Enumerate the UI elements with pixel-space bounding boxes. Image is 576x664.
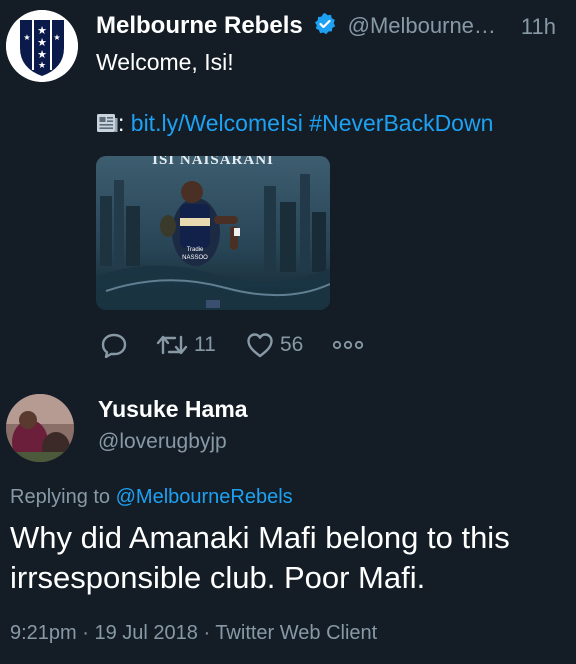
retweet-icon: [156, 335, 188, 355]
reply-button[interactable]: [100, 330, 128, 360]
reply-text: Why did Amanaki Mafi belong to this irrs…: [10, 520, 510, 595]
reply-user-handle[interactable]: @loverugbyjp: [98, 430, 227, 454]
profile-photo-icon: [6, 394, 74, 462]
svg-text:★: ★: [37, 25, 47, 37]
more-dots-icon: [332, 340, 364, 350]
newspaper-icon: [96, 112, 118, 132]
heart-icon: [247, 333, 273, 358]
link-prefix: :: [118, 110, 125, 136]
svg-text:Tradie: Tradie: [187, 247, 204, 253]
retweet-button[interactable]: 11: [156, 330, 216, 360]
tweet-media-image[interactable]: Tradie NASSOO ISI NAISARANI: [96, 156, 330, 310]
svg-text:★: ★: [53, 33, 60, 42]
display-name[interactable]: Melbourne Rebels: [96, 12, 303, 39]
replying-to-mention[interactable]: @MelbourneRebels: [116, 486, 293, 508]
like-count: 56: [280, 333, 304, 356]
avatar-melbourne-rebels[interactable]: ★ ★ ★ ★ ★ ★: [6, 10, 78, 82]
like-button[interactable]: 56: [246, 330, 303, 360]
replying-to-label: Replying to: [10, 486, 111, 508]
hashtag-link[interactable]: #NeverBackDown: [309, 110, 493, 136]
media-caption: ISI NAISARANI: [152, 156, 274, 168]
user-handle[interactable]: @Melbourne…: [348, 13, 496, 38]
svg-text:NASSOO: NASSOO: [182, 255, 208, 261]
tweet-link[interactable]: bit.ly/WelcomeIsi: [131, 110, 303, 136]
verified-badge-icon: [313, 12, 337, 41]
retweet-count: 11: [194, 333, 216, 356]
avatar-yusuke-hama[interactable]: [6, 394, 74, 462]
reply-timestamp-meta[interactable]: 9:21pm · 19 Jul 2018 · Twitter Web Clien…: [10, 622, 377, 645]
tweet-timestamp[interactable]: 11h: [521, 14, 556, 40]
replying-to-line: Replying to @MelbourneRebels: [10, 486, 293, 509]
tweet-header: Melbourne Rebels @Melbourne… 11h: [96, 12, 566, 42]
more-options-button[interactable]: [332, 330, 364, 360]
rebels-logo-icon: ★ ★ ★ ★ ★ ★: [6, 10, 78, 82]
tweet-text: Welcome, Isi!: [96, 49, 234, 75]
tweet-link-line: : bit.ly/WelcomeIsi #NeverBackDown: [96, 110, 493, 137]
reply-tweet: Yusuke Hama @loverugbyjp Replying to @Me…: [0, 372, 576, 664]
tweet: ★ ★ ★ ★ ★ ★ Melbourne Rebels @Melbourne……: [0, 0, 576, 372]
svg-text:★: ★: [38, 60, 46, 70]
reply-display-name[interactable]: Yusuke Hama: [98, 396, 248, 423]
svg-text:★: ★: [37, 37, 47, 49]
svg-text:★: ★: [23, 33, 30, 42]
reply-icon: [101, 333, 127, 358]
